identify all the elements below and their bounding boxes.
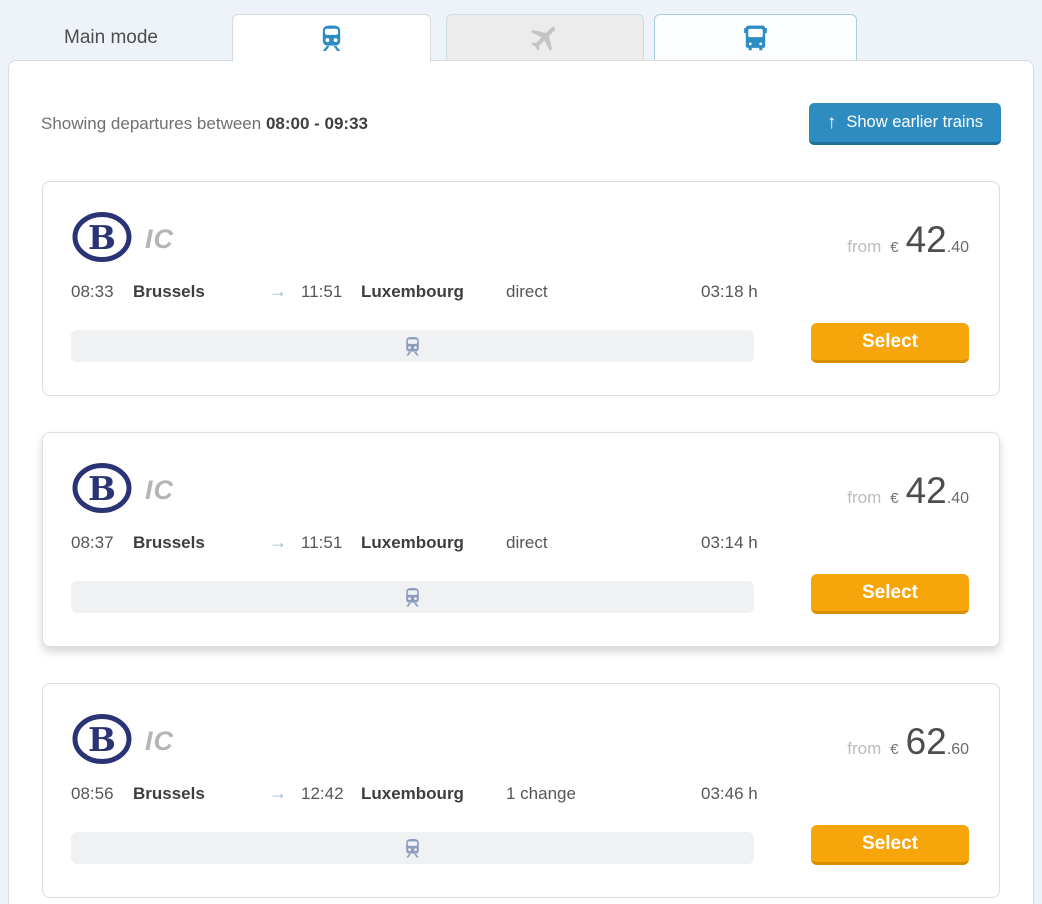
train-icon xyxy=(402,838,423,859)
svg-text:B: B xyxy=(88,720,116,759)
arrival-time: 12:42 xyxy=(301,784,361,804)
segment-bar xyxy=(71,330,754,362)
price-minor: .60 xyxy=(947,741,969,759)
svg-text:B: B xyxy=(88,469,116,508)
sncb-logo: B xyxy=(71,461,133,520)
arrival-time: 11:51 xyxy=(301,533,361,553)
svg-text:B: B xyxy=(88,218,116,257)
plane-icon xyxy=(528,21,562,55)
journey-row: 08:56 Brussels → 12:42 Luxembourg 1 chan… xyxy=(71,783,969,805)
result-card[interactable]: B IC from € 42 .40 08:33 Brussels → 11:5… xyxy=(42,181,1000,396)
tab-train[interactable] xyxy=(232,14,431,62)
result-card[interactable]: B IC from € 62 .60 08:56 Brussels → 12:4… xyxy=(42,683,1000,898)
price-minor: .40 xyxy=(947,490,969,508)
select-button[interactable]: Select xyxy=(811,323,969,363)
carrier-block: B IC xyxy=(71,461,174,520)
train-icon xyxy=(402,336,423,357)
sncb-logo: B xyxy=(71,210,133,269)
price-currency: € xyxy=(890,490,898,507)
departure-time: 08:33 xyxy=(71,282,133,302)
destination-station: Luxembourg xyxy=(361,533,506,553)
price-prefix: from xyxy=(847,237,881,257)
duration: 03:46 h xyxy=(701,784,969,804)
result-card[interactable]: B IC from € 42 .40 08:37 Brussels → 11:5… xyxy=(42,432,1000,647)
price-currency: € xyxy=(890,239,898,256)
arrival-time: 11:51 xyxy=(301,282,361,302)
price-block: from € 42 .40 xyxy=(847,472,969,509)
train-icon xyxy=(317,24,346,53)
tab-plane[interactable] xyxy=(446,14,644,60)
stops-info: 1 change xyxy=(506,784,701,804)
destination-station: Luxembourg xyxy=(361,282,506,302)
origin-station: Brussels xyxy=(133,784,269,804)
segment-bar xyxy=(71,581,754,613)
journey-row: 08:37 Brussels → 11:51 Luxembourg direct… xyxy=(71,532,969,554)
departure-range-text: Showing departures between 08:00 - 09:33 xyxy=(41,114,368,134)
duration: 03:18 h xyxy=(701,282,969,302)
route-arrow-icon: → xyxy=(269,532,301,553)
route-arrow-icon: → xyxy=(269,281,301,302)
results-header: Showing departures between 08:00 - 09:33… xyxy=(41,103,1001,145)
price-prefix: from xyxy=(847,488,881,508)
show-earlier-trains-label: Show earlier trains xyxy=(846,113,983,132)
up-arrow-icon: ↑ xyxy=(827,113,837,132)
bus-icon xyxy=(741,23,770,52)
main-mode-label: Main mode xyxy=(64,27,158,49)
departure-time: 08:37 xyxy=(71,533,133,553)
segment-bar xyxy=(71,832,754,864)
journey-row: 08:33 Brussels → 11:51 Luxembourg direct… xyxy=(71,281,969,303)
departure-range-prefix: Showing departures between xyxy=(41,114,261,133)
show-earlier-trains-button[interactable]: ↑ Show earlier trains xyxy=(809,103,1001,145)
origin-station: Brussels xyxy=(133,533,269,553)
train-icon xyxy=(402,587,423,608)
price-major: 42 xyxy=(906,221,947,258)
carrier-name: IC xyxy=(145,475,174,506)
departure-time: 08:56 xyxy=(71,784,133,804)
origin-station: Brussels xyxy=(133,282,269,302)
select-button[interactable]: Select xyxy=(811,825,969,865)
stops-info: direct xyxy=(506,533,701,553)
price-block: from € 62 .60 xyxy=(847,723,969,760)
carrier-name: IC xyxy=(145,726,174,757)
duration: 03:14 h xyxy=(701,533,969,553)
stops-info: direct xyxy=(506,282,701,302)
sncb-logo: B xyxy=(71,712,133,771)
departure-range-times: 08:00 - 09:33 xyxy=(266,114,368,133)
results-panel: Showing departures between 08:00 - 09:33… xyxy=(8,60,1034,904)
price-major: 62 xyxy=(906,723,947,760)
price-prefix: from xyxy=(847,739,881,759)
carrier-block: B IC xyxy=(71,712,174,771)
select-button[interactable]: Select xyxy=(811,574,969,614)
route-arrow-icon: → xyxy=(269,783,301,804)
carrier-name: IC xyxy=(145,224,174,255)
price-minor: .40 xyxy=(947,239,969,257)
destination-station: Luxembourg xyxy=(361,784,506,804)
carrier-block: B IC xyxy=(71,210,174,269)
tab-bus[interactable] xyxy=(654,14,857,60)
price-currency: € xyxy=(890,741,898,758)
price-major: 42 xyxy=(906,472,947,509)
price-block: from € 42 .40 xyxy=(847,221,969,258)
